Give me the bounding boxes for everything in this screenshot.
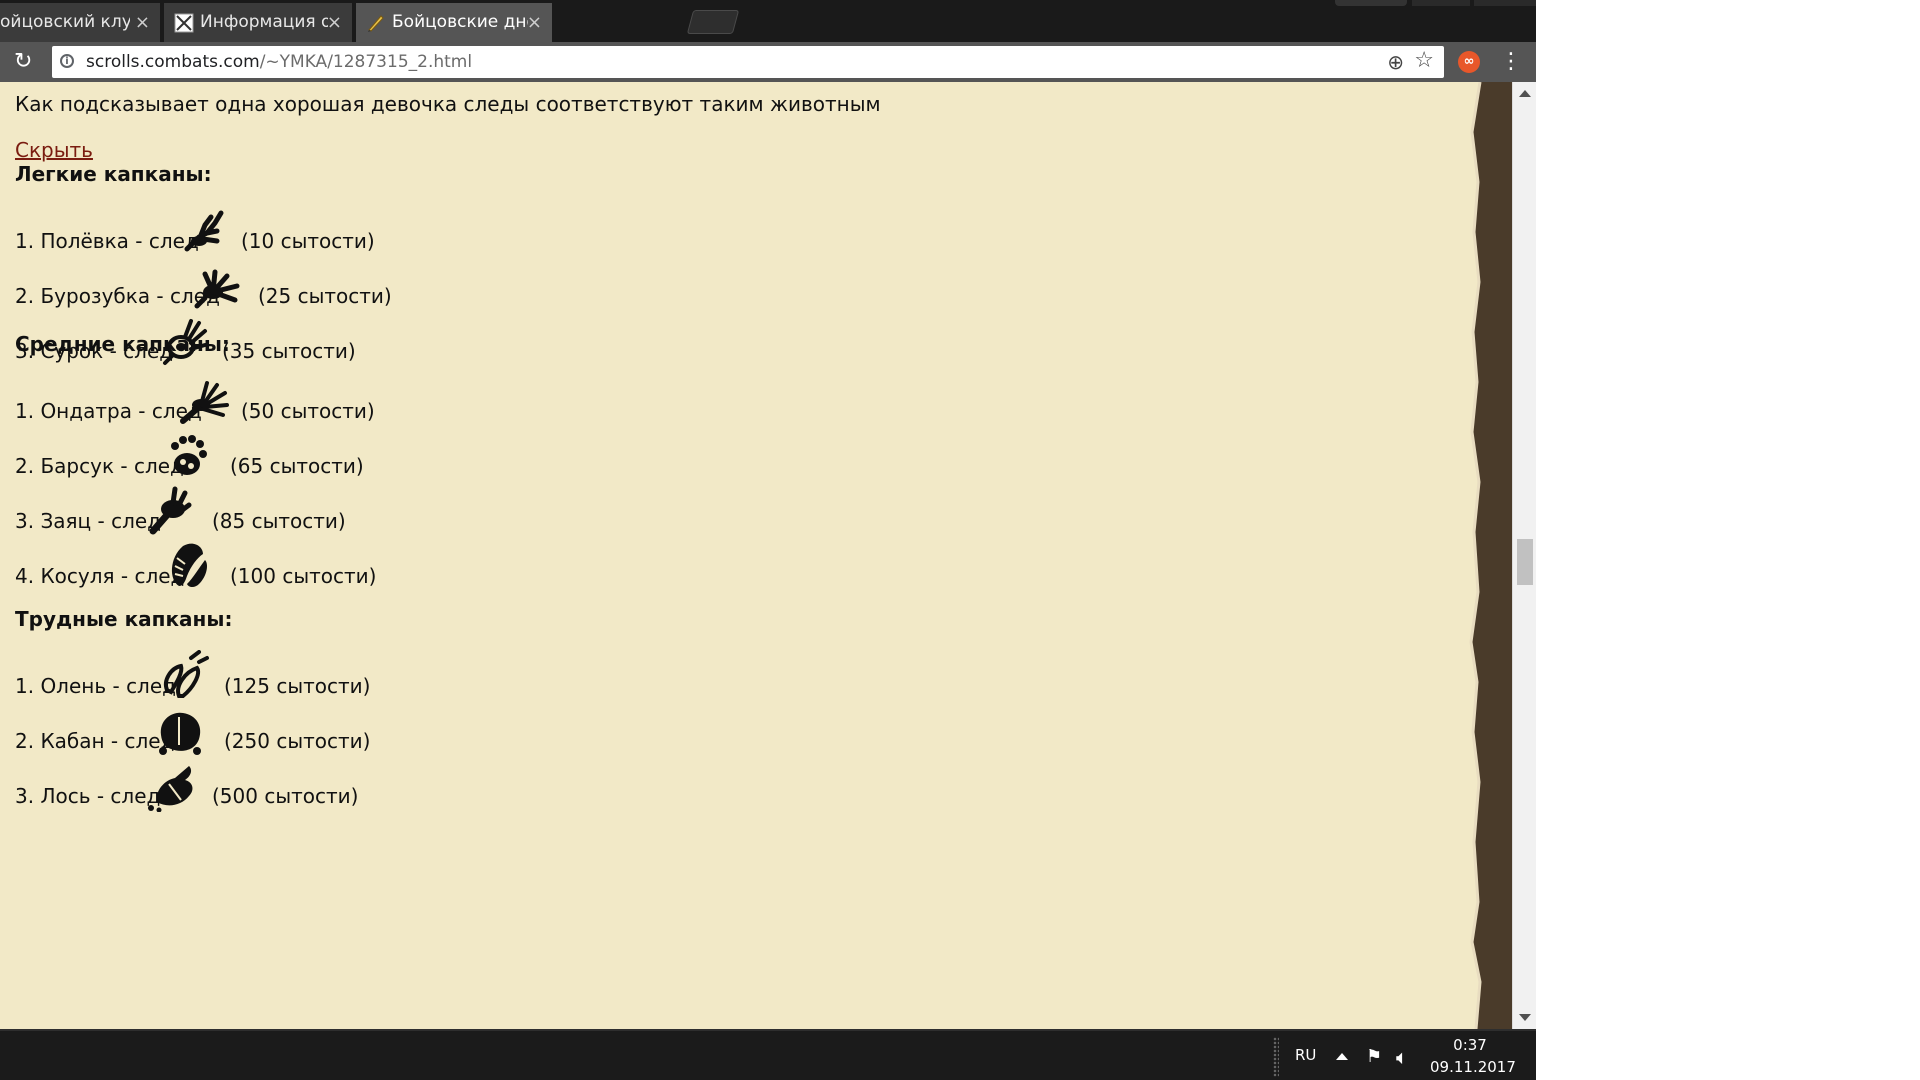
tab-fight-diaries[interactable]: Бойцовские дневники – × xyxy=(356,3,552,42)
vertical-scrollbar[interactable] xyxy=(1512,82,1536,1029)
action-center-flag-icon[interactable]: ⚑ xyxy=(1366,1046,1382,1067)
track-label: 2. Бурозубка - след xyxy=(15,284,220,308)
track-label: 4. Косуля - след xyxy=(15,564,185,588)
deer-track-icon xyxy=(164,650,209,698)
satiety-value: (250 сытости) xyxy=(224,729,371,753)
tab-close-icon[interactable]: × xyxy=(135,3,150,42)
track-label: 2. Кабан - след xyxy=(15,729,175,753)
browser-toolbar: ↻ i scrolls.combats.com/~YMKA/1287315_2.… xyxy=(0,42,1536,82)
taskbar-grip[interactable] xyxy=(1273,1037,1279,1077)
moose-track-icon xyxy=(148,766,193,812)
windows-taskbar: RU ⚑ 🔈︎ 0:37 09.11.2017 xyxy=(0,1029,1536,1080)
language-indicator[interactable]: RU xyxy=(1295,1046,1316,1064)
track-label: 1. Олень - след xyxy=(15,674,176,698)
show-hidden-icons-icon[interactable] xyxy=(1336,1053,1348,1060)
track-label: 1. Полёвка - след xyxy=(15,229,199,253)
tab-close-icon[interactable]: × xyxy=(527,3,542,42)
simargl-favicon-icon xyxy=(174,13,194,33)
reload-icon[interactable]: ↻ xyxy=(14,48,32,76)
satiety-value: (500 сытости) xyxy=(212,784,359,808)
minimize-button[interactable] xyxy=(1412,0,1470,6)
tab-title: Бойцовские дневники – xyxy=(392,12,528,32)
url-path: /~YMKA/1287315_2.html xyxy=(259,52,473,72)
info-icon[interactable]: i xyxy=(60,54,74,68)
page-viewport: Как подсказывает одна хорошая девочка сл… xyxy=(0,82,1512,1029)
boar-track-icon xyxy=(159,712,201,755)
track-label: 2. Барсук - след xyxy=(15,454,184,478)
satiety-value: (85 сытости) xyxy=(212,509,346,533)
section-title-light-traps: Легкие капканы: xyxy=(15,162,212,186)
new-tab-button[interactable] xyxy=(686,10,740,34)
track-label: 3. Заяц - след xyxy=(15,509,162,533)
satiety-value: (100 сытости) xyxy=(230,564,377,588)
url-host: scrolls.combats.com xyxy=(86,52,260,72)
profile-button[interactable] xyxy=(1335,0,1407,6)
vole-track-icon xyxy=(184,210,224,252)
bookmark-star-icon[interactable]: ☆ xyxy=(1414,49,1434,73)
tab-strip: ойцовский клуб × Информация о Симаргл × … xyxy=(0,0,1536,42)
url-text[interactable]: scrolls.combats.com/~YMKA/1287315_2.html xyxy=(86,46,472,78)
satiety-value: (125 сытости) xyxy=(224,674,371,698)
tab-title: ойцовский клуб xyxy=(0,12,130,32)
section-title-medium-traps: Средние капканы: xyxy=(15,332,230,356)
satiety-value: (10 сытости) xyxy=(241,229,375,253)
muskrat-track-icon xyxy=(180,381,229,424)
satiety-value: (25 сытости) xyxy=(258,284,392,308)
track-label: 1. Ондатра - след xyxy=(15,399,202,423)
tab-simargl-info[interactable]: Информация о Симаргл × xyxy=(164,3,352,42)
tab-title: Информация о Симаргл xyxy=(200,12,328,32)
torn-paper-edge xyxy=(1469,82,1512,1029)
maximize-button[interactable] xyxy=(1474,0,1536,6)
extension-icon[interactable]: ∞ xyxy=(1458,51,1480,73)
tab-close-icon[interactable]: × xyxy=(327,3,342,42)
satiety-value: (65 сытости) xyxy=(230,454,364,478)
satiety-value: (35 сытости) xyxy=(222,339,356,363)
chrome-menu-icon[interactable]: ⋮ xyxy=(1500,48,1522,76)
hare-track-icon xyxy=(149,486,192,535)
satiety-value: (50 сытости) xyxy=(241,399,375,423)
browser-window: ойцовский клуб × Информация о Симаргл × … xyxy=(0,0,1536,1080)
zoom-icon[interactable]: ⊕ xyxy=(1387,51,1404,73)
track-label: 3. Лось - след xyxy=(15,784,161,808)
badger-track-icon xyxy=(171,435,207,475)
scrollbar-thumb[interactable] xyxy=(1517,539,1533,585)
volume-speaker-icon[interactable]: 🔈︎ xyxy=(1396,1045,1408,1069)
tab-fight-club[interactable]: ойцовский клуб × xyxy=(0,3,160,42)
scroll-down-arrow-icon[interactable] xyxy=(1519,1014,1531,1021)
clock-date[interactable]: 09.11.2017 xyxy=(1430,1057,1516,1077)
hide-link[interactable]: Скрыть xyxy=(15,138,93,162)
clock-time[interactable]: 0:37 xyxy=(1430,1035,1510,1055)
quill-favicon-icon xyxy=(368,15,384,32)
roe-deer-track-icon xyxy=(171,543,207,587)
address-bar[interactable]: i scrolls.combats.com/~YMKA/1287315_2.ht… xyxy=(52,46,1444,78)
section-title-hard-traps: Трудные капканы: xyxy=(15,607,233,631)
scroll-up-arrow-icon[interactable] xyxy=(1519,90,1531,97)
shrew-track-icon xyxy=(194,269,240,309)
intro-text: Как подсказывает одна хорошая девочка сл… xyxy=(15,92,881,116)
